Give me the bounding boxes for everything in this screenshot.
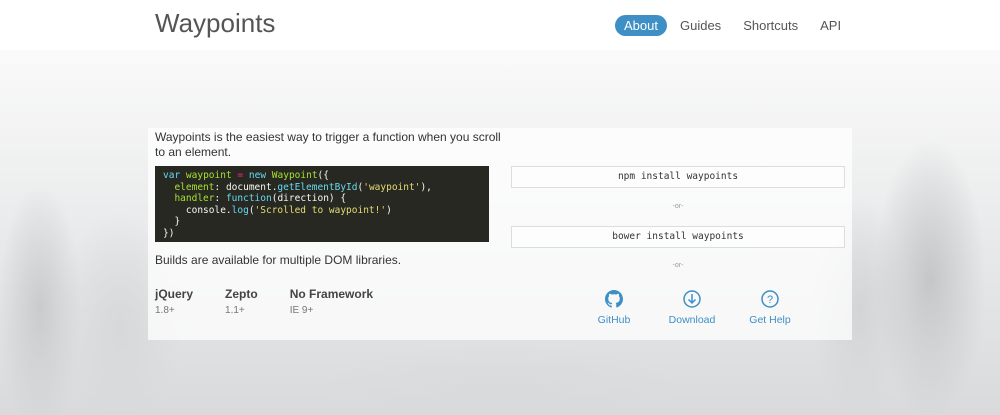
- nav-about[interactable]: About: [615, 15, 667, 36]
- library-version: 1.8+: [155, 305, 175, 316]
- builds-text: Builds are available for multiple DOM li…: [155, 253, 402, 267]
- get-help-link[interactable]: ? Get Help: [731, 290, 809, 326]
- library-list: jQuery 1.8+ Zepto 1.1+ No Framework IE 9+: [155, 287, 405, 316]
- github-icon: [605, 290, 623, 308]
- library-version: 1.1+: [225, 305, 245, 316]
- library-name: No Framework: [289, 287, 374, 301]
- nav: About Guides Shortcuts API: [615, 15, 854, 36]
- nav-api[interactable]: API: [811, 15, 850, 36]
- library-noframework: No Framework IE 9+: [290, 287, 373, 316]
- site-logo[interactable]: Waypoints: [155, 8, 275, 39]
- nav-guides[interactable]: Guides: [671, 15, 730, 36]
- svg-text:?: ?: [767, 294, 773, 306]
- npm-install-command[interactable]: npm install waypoints: [511, 166, 845, 188]
- download-link[interactable]: Download: [653, 290, 731, 326]
- get-help-label: Get Help: [749, 314, 791, 326]
- github-label: GitHub: [597, 314, 631, 326]
- bower-install-command[interactable]: bower install waypoints: [511, 226, 845, 248]
- links: GitHub Download ? Get Help: [575, 290, 809, 326]
- library-name: Zepto: [225, 287, 258, 301]
- download-label: Download: [668, 314, 716, 326]
- header: Waypoints About Guides Shortcuts API: [0, 0, 1000, 50]
- or-separator: -or-: [672, 203, 684, 210]
- library-version: IE 9+: [289, 305, 314, 316]
- github-link[interactable]: GitHub: [575, 290, 653, 326]
- library-zepto: Zepto 1.1+: [225, 287, 258, 316]
- nav-shortcuts[interactable]: Shortcuts: [734, 15, 807, 36]
- intro-text: Waypoints is the easiest way to trigger …: [155, 130, 501, 159]
- library-jquery: jQuery 1.8+: [155, 287, 193, 316]
- or-separator: -or-: [672, 262, 684, 269]
- help-icon: ?: [761, 290, 779, 308]
- download-icon: [683, 290, 701, 308]
- library-name: jQuery: [155, 287, 194, 301]
- code-example: var waypoint = new Waypoint({ element: d…: [155, 166, 489, 242]
